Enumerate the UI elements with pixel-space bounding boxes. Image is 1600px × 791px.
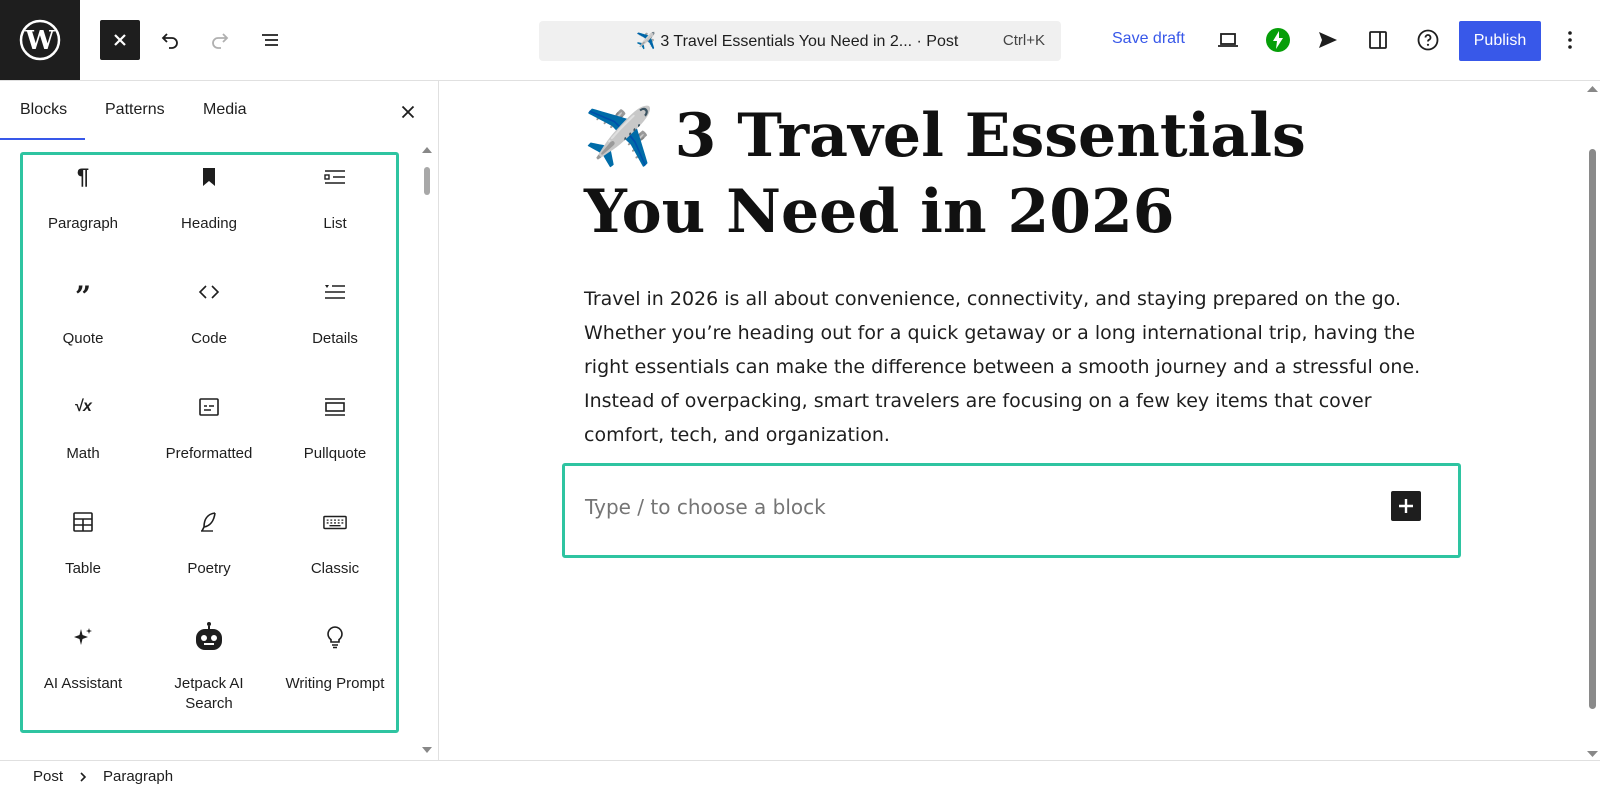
tab-patterns[interactable]: Patterns (105, 101, 165, 119)
block-label: Paragraph (47, 215, 119, 232)
lightbulb-icon (323, 625, 347, 649)
chevron-right-icon (80, 772, 87, 782)
list-view-icon (261, 34, 278, 46)
redo-button[interactable] (200, 20, 240, 60)
block-label: Math (66, 445, 100, 462)
plus-icon (1399, 499, 1413, 513)
list-icon (323, 165, 347, 189)
editor-canvas: ✈️ 3 Travel Essentials You Need in 2026 … (439, 81, 1585, 761)
block-inserter-panel: Blocks Patterns Media ¶ Paragraph Headin… (0, 81, 439, 761)
options-button[interactable] (1550, 20, 1590, 60)
jetpack-button[interactable] (1258, 20, 1298, 60)
breadcrumb-paragraph[interactable]: Paragraph (103, 768, 173, 785)
block-label: Preformatted (165, 445, 253, 462)
command-palette-bar[interactable]: ✈️ 3 Travel Essentials You Need in 2... … (539, 21, 1061, 61)
jetpack-icon (1266, 28, 1290, 52)
block-label: Code (191, 330, 227, 347)
undo-icon (161, 33, 178, 49)
tab-media[interactable]: Media (203, 101, 247, 119)
publish-button[interactable]: Publish (1459, 21, 1541, 61)
bookmark-icon (197, 165, 221, 189)
block-heading[interactable]: Heading (149, 155, 269, 265)
send-icon (1319, 32, 1337, 48)
block-poetry[interactable]: Poetry (149, 500, 269, 610)
block-label: Writing Prompt (285, 675, 385, 692)
pullquote-icon (323, 395, 347, 419)
close-icon[interactable] (397, 101, 419, 123)
redo-icon (212, 33, 229, 49)
block-paragraph[interactable]: ¶ Paragraph (23, 155, 143, 265)
help-button[interactable] (1408, 20, 1448, 60)
sparkles-icon (71, 625, 95, 649)
laptop-icon (1218, 33, 1238, 47)
block-classic[interactable]: Classic (275, 500, 395, 610)
wordpress-icon: W (19, 19, 61, 61)
block-label: Details (312, 330, 358, 347)
block-label: Jetpack AI Search (174, 675, 244, 712)
inserter-scrollbar[interactable] (421, 145, 433, 755)
appender-placeholder: Type / to choose a block (585, 495, 826, 519)
help-icon (1417, 29, 1439, 51)
block-label: List (323, 215, 347, 232)
math-icon: √x (74, 398, 92, 415)
inserter-tabs: Blocks Patterns Media (0, 81, 438, 141)
settings-sidebar-button[interactable] (1358, 20, 1398, 60)
block-code[interactable]: Code (149, 270, 269, 380)
editor-scrollbar[interactable] (1585, 81, 1600, 761)
svg-text:W: W (24, 26, 55, 56)
code-icon (197, 280, 221, 304)
block-table[interactable]: Table (23, 500, 143, 610)
block-details[interactable]: Details (275, 270, 395, 380)
post-title[interactable]: ✈️ 3 Travel Essentials You Need in 2026 (584, 99, 1364, 249)
active-tab-indicator (0, 138, 85, 140)
quote-icon: ” (74, 280, 92, 313)
block-label: AI Assistant (43, 675, 123, 692)
add-block-button[interactable] (1391, 491, 1421, 521)
tab-blocks[interactable]: Blocks (20, 101, 67, 119)
sidebar-icon (1369, 31, 1387, 49)
keyboard-icon (323, 510, 347, 534)
title-emoji: ✈️ (584, 105, 654, 170)
block-ai-assistant[interactable]: AI Assistant (23, 615, 143, 725)
block-math[interactable]: √x Math (23, 385, 143, 495)
paragraph-icon: ¶ (76, 164, 90, 189)
block-list: ¶ Paragraph Heading List ” Quote Code De… (20, 152, 399, 733)
editor-header: W ✈️ 3 Travel Essentials You Need in 2..… (0, 0, 1600, 81)
table-icon (71, 510, 95, 534)
breadcrumb-post[interactable]: Post (33, 768, 63, 785)
wordpress-logo[interactable]: W (0, 0, 80, 80)
preformatted-icon (197, 395, 221, 419)
feather-icon (197, 510, 221, 534)
details-icon (323, 280, 347, 304)
command-shortcut: Ctrl+K (1002, 32, 1045, 49)
block-writing-prompt[interactable]: Writing Prompt (275, 615, 395, 725)
preview-button[interactable] (1208, 20, 1248, 60)
more-vertical-icon (1568, 31, 1572, 49)
block-list[interactable]: List (275, 155, 395, 265)
save-draft-button[interactable]: Save draft (1112, 30, 1185, 48)
block-label: Table (65, 560, 101, 577)
paragraph-block[interactable]: Travel in 2026 is all about convenience,… (584, 282, 1434, 452)
block-breadcrumb: Post Paragraph (0, 760, 1600, 791)
default-block-appender[interactable]: Type / to choose a block (562, 463, 1461, 558)
document-title: ✈️ 3 Travel Essentials You Need in 2... … (636, 33, 959, 50)
post-title-text: 3 Travel Essentials You Need in 2026 (584, 101, 1306, 247)
block-preformatted[interactable]: Preformatted (149, 385, 269, 495)
robot-icon (193, 621, 225, 653)
block-pullquote[interactable]: Pullquote (275, 385, 395, 495)
close-inserter-button[interactable] (100, 20, 140, 60)
block-label: Poetry (187, 560, 231, 577)
send-button[interactable] (1308, 20, 1348, 60)
undo-button[interactable] (150, 20, 190, 60)
close-icon (114, 34, 126, 46)
block-label: Quote (62, 330, 104, 347)
block-label: Pullquote (303, 445, 367, 462)
block-label: Heading (181, 215, 237, 232)
block-jetpack-ai-search[interactable]: Jetpack AI Search (149, 615, 269, 725)
document-overview-button[interactable] (250, 20, 290, 60)
block-quote[interactable]: ” Quote (23, 270, 143, 380)
block-label: Classic (310, 560, 360, 577)
